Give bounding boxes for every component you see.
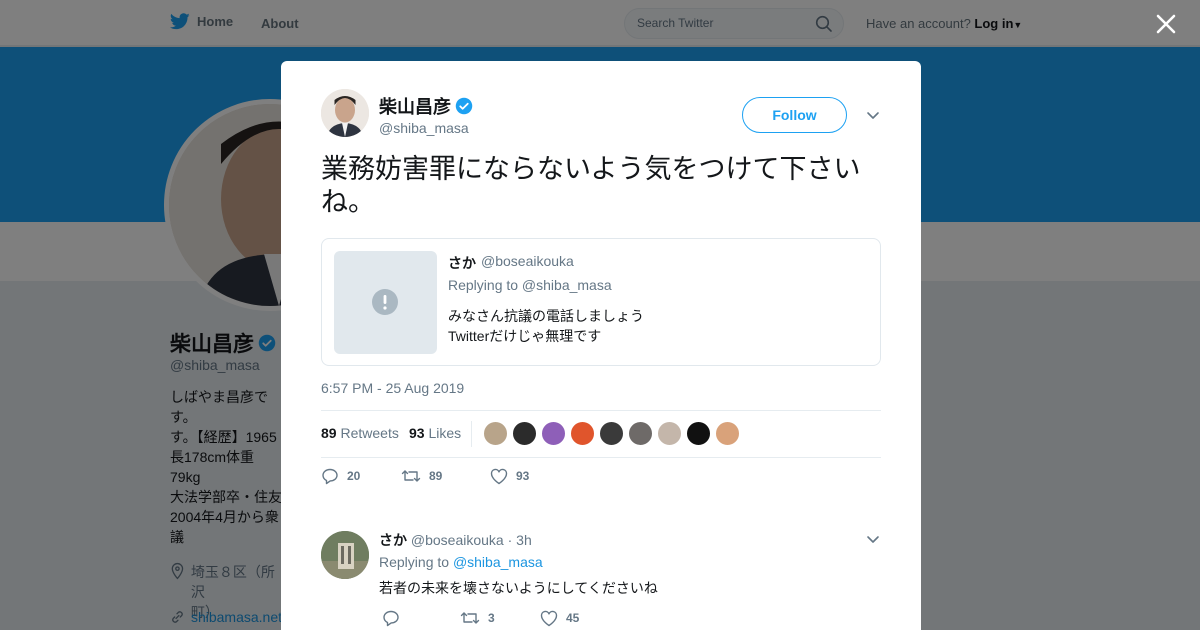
likes-stat[interactable]: 93 Likes (409, 425, 461, 441)
tweet-stats: 89 Retweets 93 Likes (321, 410, 881, 458)
tweet-timestamp[interactable]: 6:57 PM - 25 Aug 2019 (321, 380, 464, 396)
reply-icon (322, 468, 338, 485)
reply-time[interactable]: · 3h (508, 532, 532, 548)
like-button[interactable]: 93 (490, 468, 529, 485)
liker-avatar[interactable] (628, 421, 653, 446)
tweet-text: 業務妨害罪にならないよう気をつけて下さいね。 (321, 154, 861, 217)
tweet-modal: 柴山昌彦 @shiba_masa Follow 業務妨害罪にならないよう気をつけ… (281, 61, 921, 630)
retweets-stat[interactable]: 89 Retweets (321, 425, 399, 441)
reply-like-button[interactable]: 45 (540, 610, 579, 627)
replying-handle-link[interactable]: @shiba_masa (453, 554, 543, 570)
retweets-label: Retweets (340, 425, 399, 441)
stats-divider (471, 421, 472, 447)
reply-avatar-image (321, 531, 369, 579)
reply-header: さか @boseaikouka · 3h (379, 530, 532, 550)
reply-button[interactable]: 20 (321, 467, 401, 485)
follow-button[interactable]: Follow (742, 97, 847, 133)
like-count: 93 (516, 469, 530, 483)
liker-avatar[interactable] (599, 421, 624, 446)
reply-count: 20 (347, 469, 361, 483)
author-name-text: 柴山昌彦 (379, 97, 451, 117)
retweet-count: 89 (429, 469, 443, 483)
chevron-down-icon[interactable] (865, 531, 881, 547)
liker-avatars (483, 421, 744, 446)
retweet-button[interactable]: 89 (401, 468, 490, 484)
quote-replying-to: Replying to @shiba_masa (448, 277, 612, 293)
reply-retweet-button[interactable]: 3 (460, 610, 540, 626)
liker-avatar[interactable] (657, 421, 682, 446)
quote-author-name: さか (448, 255, 476, 271)
liker-avatar[interactable] (483, 421, 508, 446)
liker-avatar[interactable] (715, 421, 740, 446)
quoted-tweet[interactable]: さか @boseaikouka Replying to @shiba_masa … (321, 238, 881, 366)
alert-icon (372, 289, 398, 315)
replying-prefix: Replying to (379, 554, 450, 570)
liker-avatar[interactable] (570, 421, 595, 446)
reply-like-count: 45 (566, 611, 580, 625)
reply-text: 若者の未来を壊さないようにしてくださいね (379, 580, 658, 596)
reply-reply-button[interactable] (382, 609, 460, 627)
reply-icon (383, 610, 399, 627)
reply-replying-to: Replying to @shiba_masa (379, 554, 543, 570)
tweet-actions: 20 89 93 (321, 467, 529, 485)
author-name[interactable]: 柴山昌彦 (379, 93, 473, 119)
author-avatar[interactable] (321, 89, 369, 137)
likes-label: Likes (428, 425, 462, 441)
reply-avatar[interactable] (321, 531, 369, 579)
liker-avatar[interactable] (541, 421, 566, 446)
retweet-icon (460, 612, 480, 624)
chevron-down-icon[interactable] (865, 107, 881, 123)
liker-avatar[interactable] (512, 421, 537, 446)
quote-media-placeholder (334, 251, 437, 354)
heart-icon (540, 610, 558, 626)
author-avatar-image (321, 89, 369, 137)
reply-retweet-count: 3 (488, 611, 495, 625)
reply-author-name[interactable]: さか (379, 532, 407, 548)
quote-text: みなさん抗議の電話しましょう Twitterだけじゃ無理です (448, 308, 644, 344)
author-handle[interactable]: @shiba_masa (379, 120, 469, 136)
verified-badge-icon (455, 97, 473, 115)
reply-actions: 3 45 (382, 609, 579, 627)
liker-avatar[interactable] (686, 421, 711, 446)
likes-count: 93 (409, 425, 425, 441)
retweet-icon (401, 470, 421, 482)
heart-icon (490, 468, 508, 484)
close-icon[interactable] (1154, 12, 1178, 36)
reply-author-handle[interactable]: @boseaikouka (411, 532, 504, 548)
quote-author-handle: @boseaikouka (481, 253, 574, 269)
retweets-count: 89 (321, 425, 337, 441)
